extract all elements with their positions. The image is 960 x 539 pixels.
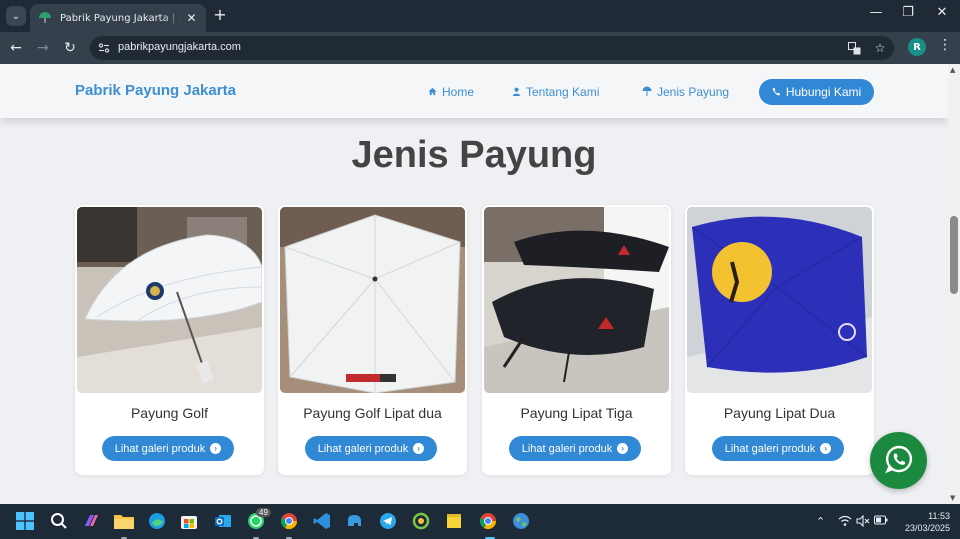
arrow-right-circle-icon: › xyxy=(820,443,832,454)
hubungi-kami-label: Hubungi Kami xyxy=(785,85,862,99)
arrow-right-circle-icon: › xyxy=(210,443,222,454)
chrome-active-icon[interactable] xyxy=(477,510,499,532)
site-info-icon[interactable] xyxy=(96,40,112,56)
show-hidden-icons-chevron-icon[interactable]: ⌃ xyxy=(816,515,825,528)
nav-tentang-kami-label: Tentang Kami xyxy=(526,85,600,99)
product-image-payung-golf[interactable] xyxy=(77,207,262,393)
site-brand[interactable]: Pabrik Payung Jakarta xyxy=(75,82,236,99)
arrow-right-circle-icon: › xyxy=(617,443,629,454)
product-image-payung-golf-lipat-dua[interactable] xyxy=(280,207,465,393)
product-card-payung-lipat-dua: Payung Lipat Dua Lihat galeri produk › xyxy=(685,205,874,475)
sticky-notes-icon[interactable] xyxy=(443,510,465,532)
vscode-icon[interactable] xyxy=(311,510,333,532)
translate-icon[interactable] xyxy=(846,40,862,56)
page-scrollbar[interactable]: ▲ ▼ xyxy=(948,64,960,504)
scroll-up-arrow-icon[interactable]: ▲ xyxy=(950,66,955,74)
telegram-icon[interactable] xyxy=(377,510,399,532)
url-text[interactable]: pabrikpayungjakarta.com xyxy=(118,41,241,53)
scroll-down-arrow-icon[interactable]: ▼ xyxy=(950,494,955,502)
windows-start-icon[interactable] xyxy=(14,510,36,532)
browser-toolbar: ← → ↻ pabrikpayungjakarta.com ☆ xyxy=(0,32,960,64)
product-image-payung-lipat-tiga[interactable] xyxy=(484,207,669,393)
browser-tab[interactable]: Pabrik Payung Jakarta | Produsen Payung … xyxy=(30,4,206,32)
new-tab-button[interactable]: + xyxy=(212,5,228,24)
address-bar[interactable]: pabrikpayungjakarta.com ☆ xyxy=(90,36,894,60)
lihat-galeri-label: Lihat galeri produk xyxy=(317,442,409,455)
wifi-icon[interactable] xyxy=(838,515,852,530)
whatsapp-icon xyxy=(884,444,914,478)
product-card-payung-golf: Payung Golf Lihat galeri produk › xyxy=(75,205,264,475)
whatsapp-float-button[interactable] xyxy=(870,432,927,489)
lihat-galeri-button[interactable]: Lihat galeri produk › xyxy=(102,436,234,461)
clock-time: 11:53 xyxy=(928,511,950,521)
reload-icon[interactable]: ↻ xyxy=(60,38,80,58)
clock-date: 23/03/2025 xyxy=(904,523,950,533)
outlook-icon[interactable] xyxy=(212,510,234,532)
phone-icon xyxy=(772,85,781,99)
microsoft-store-icon[interactable] xyxy=(178,510,200,532)
product-image-payung-lipat-dua[interactable] xyxy=(687,207,872,393)
lihat-galeri-button[interactable]: Lihat galeri produk › xyxy=(712,436,844,461)
edge-browser-icon[interactable] xyxy=(146,510,168,532)
lihat-galeri-label: Lihat galeri produk xyxy=(724,442,816,455)
umbrella-favicon-icon xyxy=(38,11,52,25)
nav-home[interactable]: Home xyxy=(428,85,474,99)
file-explorer-icon[interactable] xyxy=(113,510,135,532)
app-swirl-icon[interactable] xyxy=(410,510,432,532)
lihat-galeri-label: Lihat galeri produk xyxy=(521,442,613,455)
maximize-button[interactable]: ❐ xyxy=(898,5,918,20)
close-window-button[interactable]: ✕ xyxy=(932,5,952,20)
hubungi-kami-button[interactable]: Hubungi Kami xyxy=(759,79,874,105)
product-title: Payung Lipat Tiga xyxy=(520,405,633,421)
browser-tab-bar: ⌄ Pabrik Payung Jakarta | Produsen Payun… xyxy=(0,0,960,32)
app-elephant-icon[interactable] xyxy=(344,510,366,532)
lihat-galeri-button[interactable]: Lihat galeri produk › xyxy=(509,436,641,461)
product-title: Payung Golf xyxy=(130,405,209,421)
search-icon[interactable] xyxy=(48,510,70,532)
product-card-payung-golf-lipat-dua: Payung Golf Lipat dua Lihat galeri produ… xyxy=(278,205,467,475)
site-header: Pabrik Payung Jakarta Home Tentang Kami … xyxy=(0,64,948,118)
system-clock[interactable]: 11:53 23/03/2025 xyxy=(898,510,950,534)
scroll-thumb[interactable] xyxy=(950,216,958,294)
nav-tentang-kami[interactable]: Tentang Kami xyxy=(512,85,599,99)
product-title: Payung Lipat Dua xyxy=(723,405,836,421)
nav-home-label: Home xyxy=(442,85,475,99)
bookmark-star-icon[interactable]: ☆ xyxy=(872,40,888,56)
section-title: Jenis Payung xyxy=(351,134,597,176)
battery-icon[interactable] xyxy=(874,515,888,528)
home-icon xyxy=(428,87,437,98)
taskbar: 49 ⌃ 11:53 23/03/2025 xyxy=(0,504,960,539)
lihat-galeri-button[interactable]: Lihat galeri produk › xyxy=(305,436,437,461)
volume-muted-icon[interactable] xyxy=(856,514,870,530)
browser-menu-icon[interactable]: ⋮ xyxy=(938,37,952,53)
arrow-right-circle-icon: › xyxy=(413,443,425,454)
profile-avatar[interactable]: R xyxy=(908,38,926,56)
copilot-icon[interactable] xyxy=(80,510,102,532)
globe-app-icon[interactable] xyxy=(510,510,532,532)
whatsapp-notification-badge: 49 xyxy=(256,508,271,517)
nav-jenis-payung[interactable]: Jenis Payung xyxy=(642,85,729,99)
back-arrow-icon[interactable]: ← xyxy=(6,38,26,58)
nav-jenis-payung-label: Jenis Payung xyxy=(657,85,730,99)
tab-title: Pabrik Payung Jakarta | Produsen Payung … xyxy=(60,12,181,24)
lihat-galeri-label: Lihat galeri produk xyxy=(114,442,206,455)
tab-close-icon[interactable]: ✕ xyxy=(185,11,198,25)
product-card-payung-lipat-tiga: Payung Lipat Tiga Lihat galeri produk › xyxy=(482,205,671,475)
user-icon xyxy=(512,87,521,98)
umbrella-icon xyxy=(642,86,652,98)
page-viewport: Pabrik Payung Jakarta Home Tentang Kami … xyxy=(0,64,948,504)
minimize-button[interactable]: — xyxy=(866,5,886,20)
product-title: Payung Golf Lipat dua xyxy=(303,405,442,421)
chrome-profile-icon[interactable] xyxy=(278,510,300,532)
forward-arrow-icon[interactable]: → xyxy=(33,38,53,58)
tab-search-button[interactable]: ⌄ xyxy=(6,6,26,26)
